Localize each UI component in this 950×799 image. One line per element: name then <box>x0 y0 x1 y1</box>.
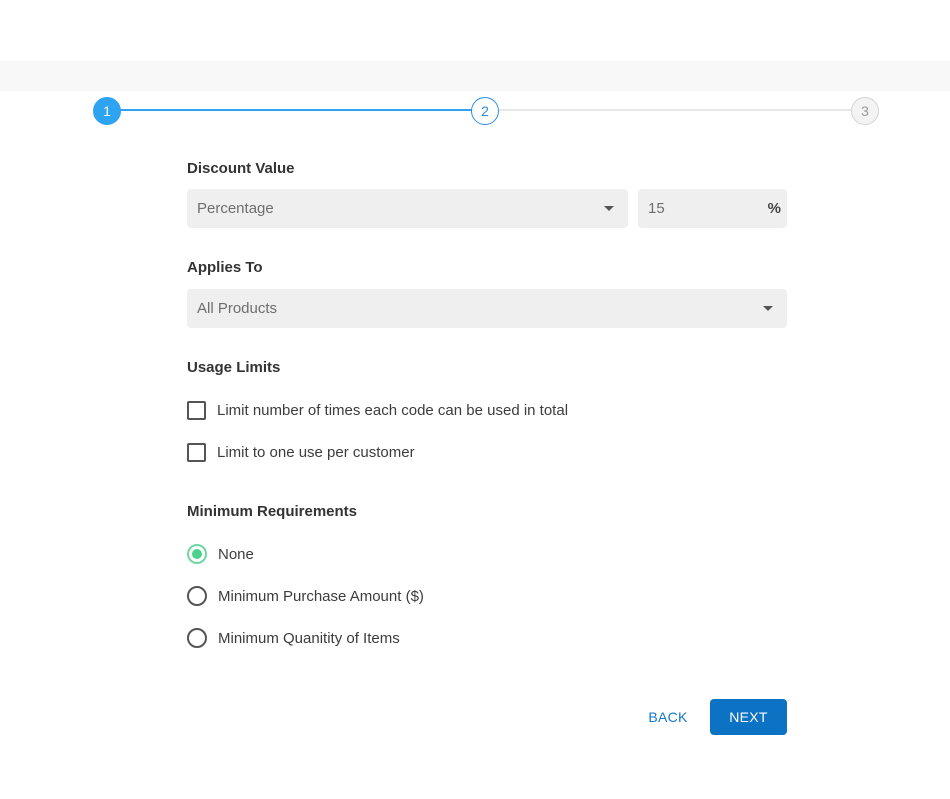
usage-limit-total-checkbox[interactable] <box>187 400 206 420</box>
next-button[interactable]: NEXT <box>710 699 787 735</box>
progress-stepper: 1 2 3 <box>0 96 950 126</box>
usage-limit-total-option[interactable]: Limit number of times each code can be u… <box>187 399 568 421</box>
top-band <box>0 61 950 91</box>
min-req-quantity-label: Minimum Quanitity of Items <box>218 629 400 647</box>
minimum-requirements-label: Minimum Requirements <box>187 503 358 520</box>
chevron-down-icon <box>763 306 773 311</box>
stepper-line-upcoming <box>499 109 851 111</box>
applies-to-select[interactable]: All Products <box>187 289 787 328</box>
step-3[interactable]: 3 <box>851 97 879 125</box>
discount-value-label: Discount Value <box>187 160 295 177</box>
usage-limit-per-customer-label: Limit to one use per customer <box>217 443 415 461</box>
applies-to-label: Applies To <box>187 259 263 276</box>
usage-limit-per-customer-option[interactable]: Limit to one use per customer <box>187 441 415 463</box>
min-req-purchase-amount-radio[interactable] <box>187 586 207 606</box>
usage-limit-total-label: Limit number of times each code can be u… <box>217 401 569 419</box>
usage-limits-label: Usage Limits <box>187 359 281 376</box>
min-req-none-radio[interactable] <box>187 544 207 564</box>
discount-type-select[interactable]: Percentage <box>187 189 628 228</box>
min-req-none-label: None <box>218 545 254 563</box>
discount-amount-field[interactable]: % <box>638 189 787 228</box>
step-2[interactable]: 2 <box>471 97 499 125</box>
applies-to-value: All Products <box>197 300 278 317</box>
min-req-purchase-amount-label: Minimum Purchase Amount ($) <box>218 587 424 605</box>
min-req-quantity-option[interactable]: Minimum Quanitity of Items <box>187 627 400 649</box>
back-button[interactable]: BACK <box>639 700 697 734</box>
radio-selected-dot <box>192 549 202 559</box>
chevron-down-icon <box>604 206 614 211</box>
discount-type-value: Percentage <box>197 200 274 217</box>
min-req-quantity-radio[interactable] <box>187 628 207 648</box>
percent-unit: % <box>767 200 781 217</box>
usage-limit-per-customer-checkbox[interactable] <box>187 442 206 462</box>
step-1[interactable]: 1 <box>93 97 121 125</box>
min-req-none-option[interactable]: None <box>187 543 254 565</box>
stepper-line-complete <box>107 109 485 111</box>
discount-amount-input[interactable] <box>648 200 748 217</box>
min-req-purchase-amount-option[interactable]: Minimum Purchase Amount ($) <box>187 585 424 607</box>
